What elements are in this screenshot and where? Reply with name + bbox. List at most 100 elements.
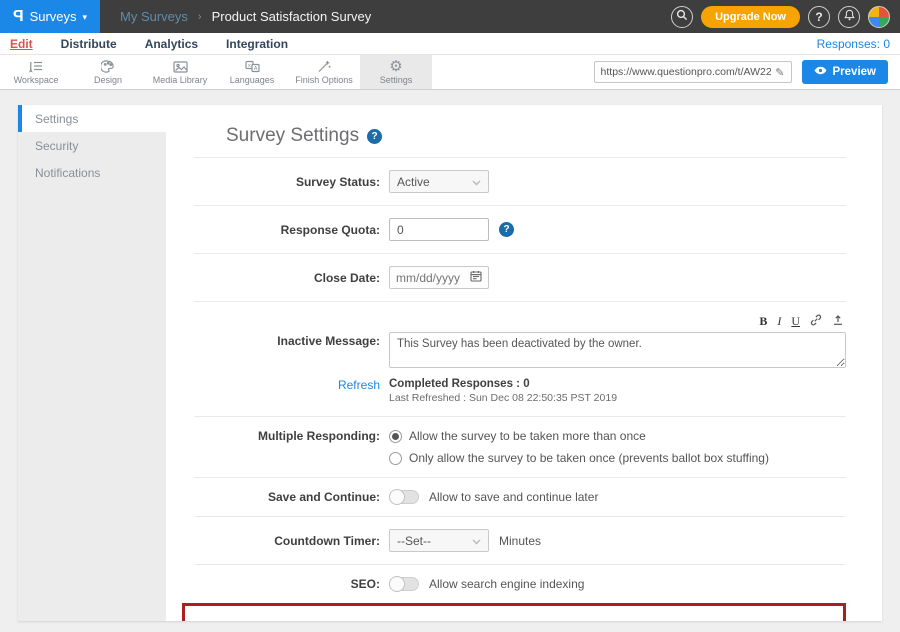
response-quota-row: Response Quota: ? <box>194 205 846 253</box>
radio-selected-icon <box>389 430 402 443</box>
surveys-menu-label: Surveys <box>30 9 77 24</box>
survey-status-label: Survey Status: <box>194 175 380 189</box>
save-and-continue-toggle[interactable] <box>389 490 419 504</box>
caret-down-icon: ▾ <box>83 12 88 23</box>
toolbar-item-media-library[interactable]: Media Library <box>144 55 216 89</box>
refresh-row: Refresh Completed Responses : 0 Last Ref… <box>194 378 846 416</box>
toolbar-item-settings[interactable]: ⚙ Settings <box>360 55 432 89</box>
countdown-timer-select[interactable]: --Set-- <box>389 529 489 552</box>
tab-integration[interactable]: Integration <box>226 37 288 51</box>
page-title: Survey Settings <box>226 125 359 147</box>
eye-icon <box>814 66 827 78</box>
toolbar-label-media-library: Media Library <box>153 75 208 85</box>
preview-button[interactable]: Preview <box>802 60 888 84</box>
image-icon <box>173 59 188 74</box>
seo-toggle[interactable] <box>389 577 419 591</box>
save-and-continue-row: Save and Continue: Allow to save and con… <box>194 477 846 516</box>
breadcrumb: My Surveys › Product Satisfaction Survey <box>120 9 371 24</box>
edit-url-pencil-icon[interactable]: ✎ <box>775 66 784 79</box>
bold-button[interactable]: B <box>759 314 767 329</box>
radio-allow-multiple[interactable]: Allow the survey to be taken more than o… <box>389 429 769 443</box>
topbar: P Surveys ▾ My Surveys › Product Satisfa… <box>0 0 900 33</box>
multiple-responding-label: Multiple Responding: <box>194 429 380 443</box>
topbar-actions: Upgrade Now ? <box>671 6 900 28</box>
survey-url-input[interactable] <box>601 66 772 78</box>
close-date-row: Close Date: <box>194 253 846 301</box>
rich-text-toolbar: B I U <box>389 314 846 332</box>
response-quota-help-icon[interactable]: ? <box>499 222 514 237</box>
questionpro-logo-icon: P <box>13 8 24 26</box>
anonymity-highlight-box: Respondent Anonymity Assurance: Enable Q… <box>182 603 846 621</box>
upload-image-icon[interactable] <box>832 314 844 329</box>
radio-allow-once[interactable]: Only allow the survey to be taken once (… <box>389 451 769 465</box>
close-date-input[interactable] <box>396 271 462 285</box>
edit-toolbar: Workspace Design Media Library xA Langua… <box>0 55 900 90</box>
account-avatar[interactable] <box>868 6 890 28</box>
translate-icon: xA <box>245 59 260 74</box>
svg-text:A: A <box>253 66 257 72</box>
toolbar-item-finish-options[interactable]: Finish Options <box>288 55 360 89</box>
palette-icon <box>101 59 115 74</box>
settings-sidebar: Settings Security Notifications <box>18 105 166 621</box>
workspace-icon <box>29 59 44 74</box>
upgrade-now-button[interactable]: Upgrade Now <box>701 6 800 28</box>
survey-status-select[interactable]: Active <box>389 170 489 193</box>
tab-analytics[interactable]: Analytics <box>145 37 198 51</box>
seo-label: SEO: <box>194 577 380 591</box>
toolbar-label-finish-options: Finish Options <box>295 75 353 85</box>
italic-button[interactable]: I <box>777 314 781 329</box>
countdown-timer-value: --Set-- <box>397 534 431 548</box>
content-area: Settings Security Notifications Survey S… <box>0 90 900 621</box>
survey-settings-help-icon[interactable]: ? <box>367 129 382 144</box>
toolbar-right: ✎ Preview <box>594 55 900 89</box>
toolbar-item-design[interactable]: Design <box>72 55 144 89</box>
gear-icon: ⚙ <box>389 59 402 74</box>
refresh-link[interactable]: Refresh <box>194 378 380 404</box>
responses-count: Responses: 0 <box>817 37 890 51</box>
surveys-menu[interactable]: P Surveys ▾ <box>0 0 100 33</box>
save-and-continue-description: Allow to save and continue later <box>429 490 598 504</box>
help-button[interactable]: ? <box>808 6 830 28</box>
inactive-message-textarea[interactable]: This Survey has been deactivated by the … <box>389 332 846 368</box>
save-and-continue-label: Save and Continue: <box>194 490 380 504</box>
tab-edit[interactable]: Edit <box>10 37 33 51</box>
sidebar-item-settings[interactable]: Settings <box>18 105 166 132</box>
bell-icon <box>844 9 855 24</box>
calendar-icon <box>470 269 482 287</box>
multiple-responding-row: Multiple Responding: Allow the survey to… <box>194 416 846 477</box>
breadcrumb-my-surveys[interactable]: My Surveys <box>120 9 188 24</box>
countdown-timer-suffix: Minutes <box>499 534 541 548</box>
radio-unselected-icon <box>389 452 402 465</box>
breadcrumb-separator-icon: › <box>198 11 202 23</box>
toolbar-item-languages[interactable]: xA Languages <box>216 55 288 89</box>
chevron-down-icon <box>472 173 481 191</box>
toolbar-label-workspace: Workspace <box>14 75 59 85</box>
seo-row: SEO: Allow search engine indexing <box>194 564 846 603</box>
toolbar-label-languages: Languages <box>230 75 275 85</box>
svg-text:x: x <box>248 63 251 69</box>
anonymity-description: Enable QuestionPro respondent anonymity … <box>428 620 821 621</box>
response-quota-label: Response Quota: <box>194 223 380 237</box>
toolbar-label-design: Design <box>94 75 122 85</box>
close-date-picker[interactable] <box>389 266 489 289</box>
search-button[interactable] <box>671 6 693 28</box>
completed-responses-text: Completed Responses : 0 <box>389 378 617 390</box>
toolbar-label-settings: Settings <box>380 75 413 85</box>
survey-status-value: Active <box>397 175 430 189</box>
notifications-button[interactable] <box>838 6 860 28</box>
last-refreshed-text: Last Refreshed : Sun Dec 08 22:50:35 PST… <box>389 392 617 404</box>
search-icon <box>676 9 688 24</box>
countdown-timer-row: Countdown Timer: --Set-- Minutes <box>194 516 846 564</box>
inactive-message-row: Inactive Message: B I U <box>194 301 846 370</box>
survey-status-row: Survey Status: Active <box>194 157 846 205</box>
tab-distribute[interactable]: Distribute <box>61 37 117 51</box>
countdown-timer-label: Countdown Timer: <box>194 534 380 548</box>
question-mark-icon: ? <box>815 10 822 24</box>
link-icon[interactable] <box>810 314 822 329</box>
toolbar-item-workspace[interactable]: Workspace <box>0 55 72 89</box>
sidebar-item-security[interactable]: Security <box>18 132 166 159</box>
response-quota-input[interactable] <box>389 218 489 241</box>
breadcrumb-survey-title: Product Satisfaction Survey <box>212 9 372 24</box>
underline-button[interactable]: U <box>791 314 800 329</box>
sidebar-item-notifications[interactable]: Notifications <box>18 159 166 186</box>
